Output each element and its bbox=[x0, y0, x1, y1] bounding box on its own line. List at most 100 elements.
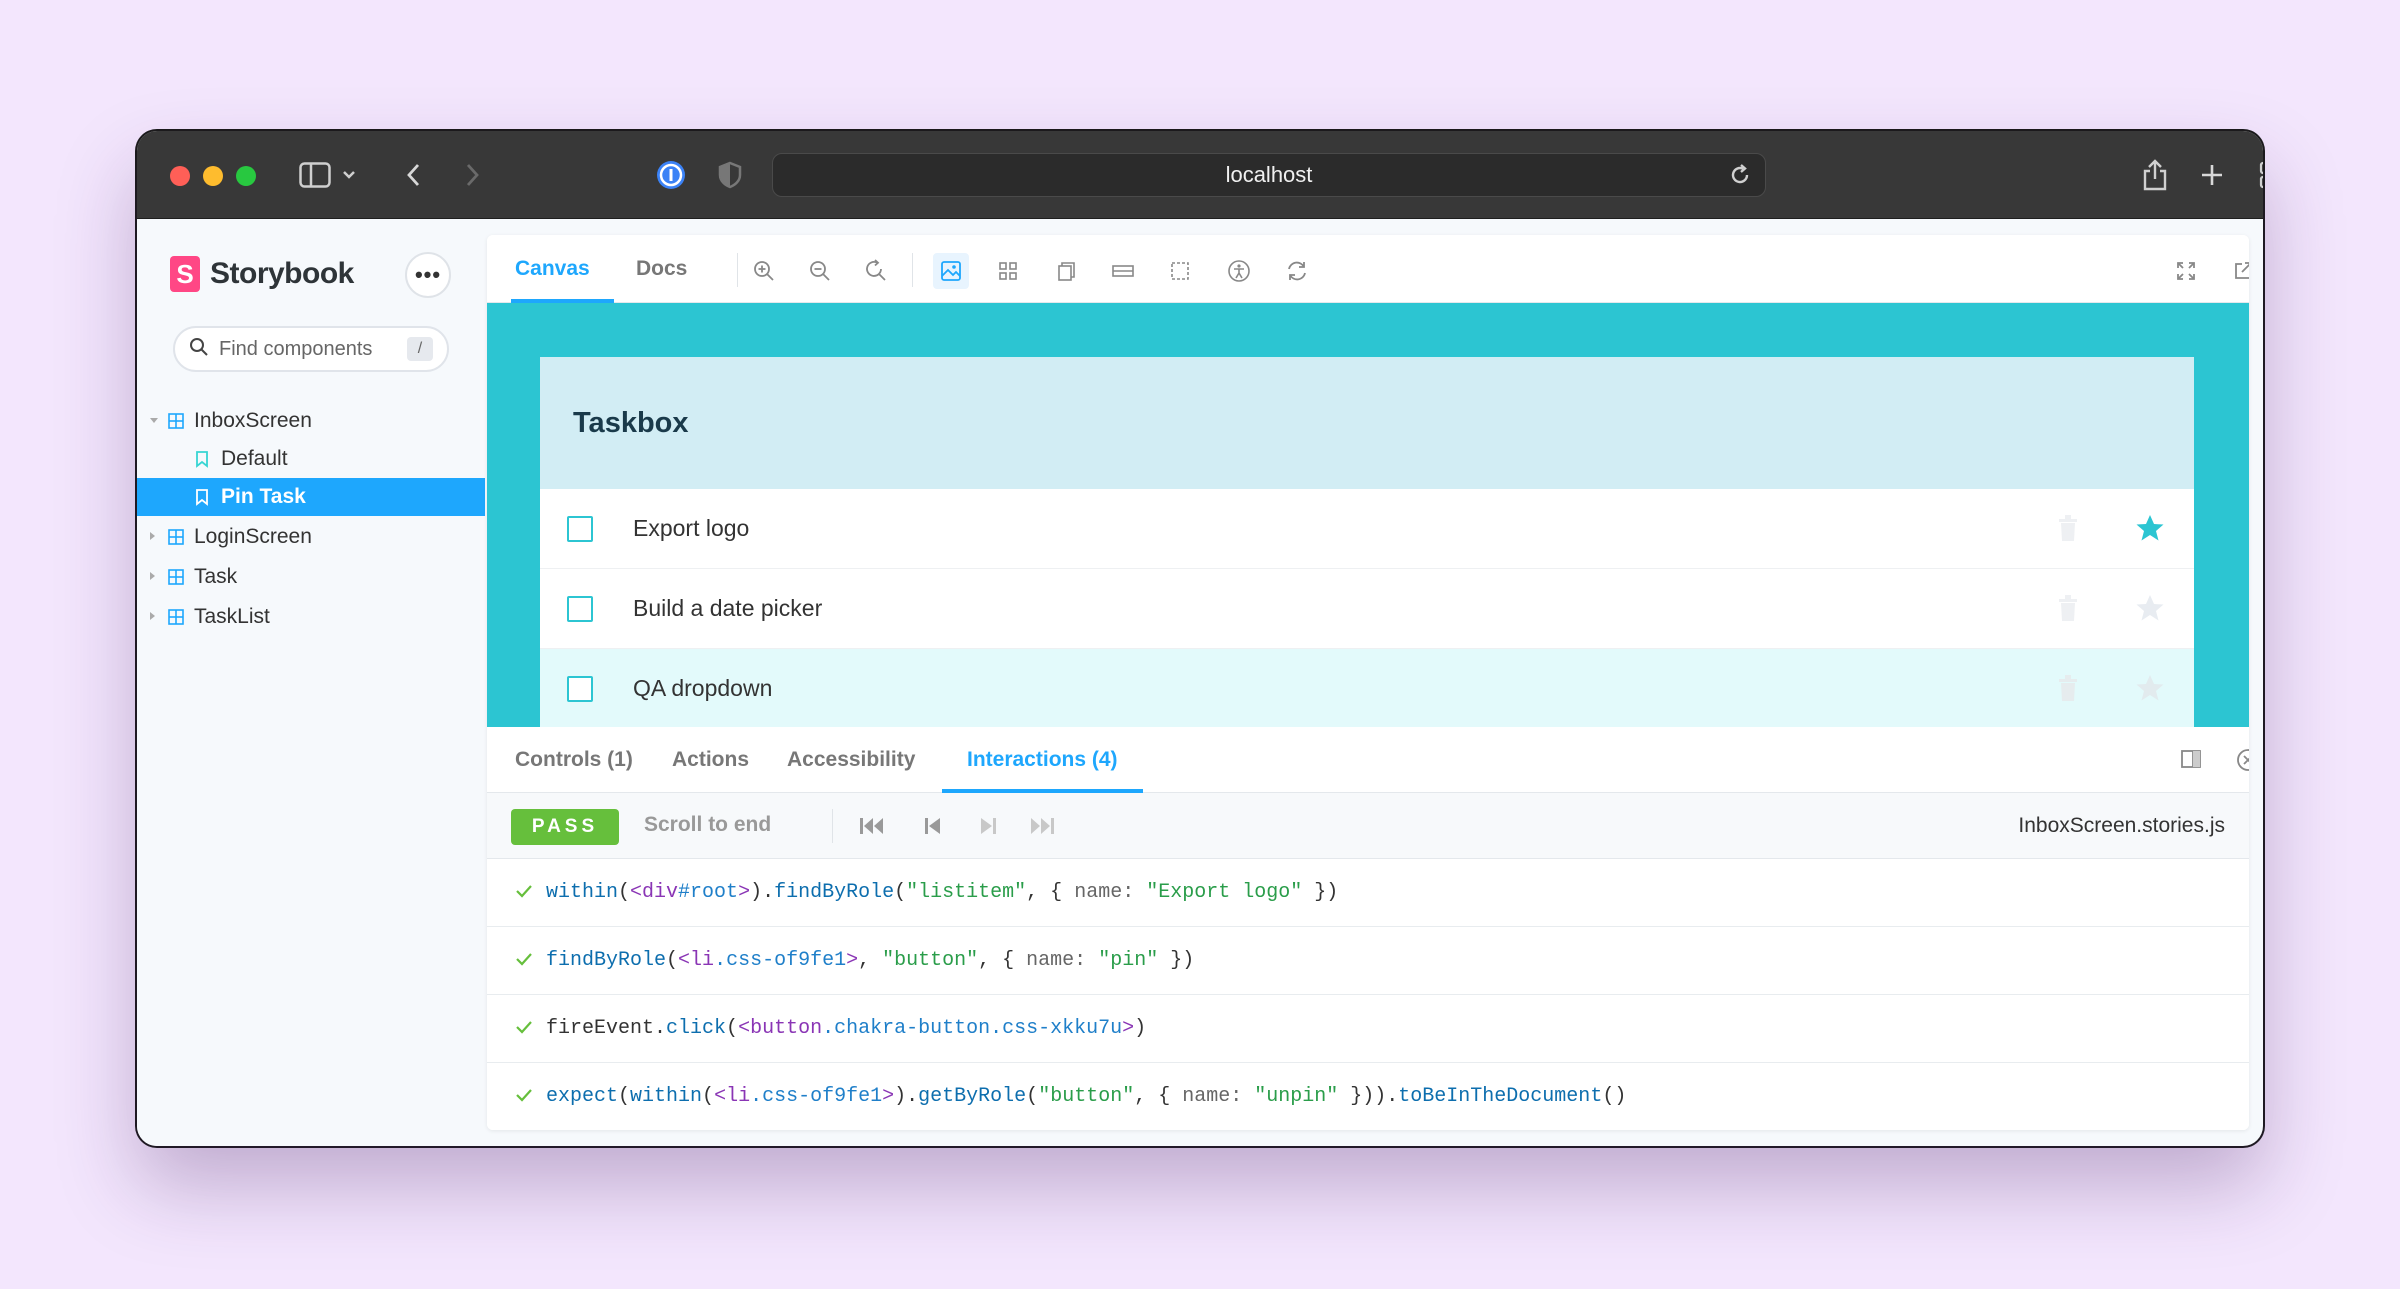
tree-item-label: Default bbox=[221, 447, 288, 470]
interaction-step[interactable]: within(<div#root>).findByRole("listitem"… bbox=[487, 859, 2249, 927]
task-title[interactable]: QA dropdown bbox=[633, 675, 772, 702]
tree-item-label: LoginScreen bbox=[194, 525, 312, 548]
tab-interactions[interactable]: Interactions (4) bbox=[942, 727, 1142, 793]
bookmark-icon bbox=[195, 450, 209, 468]
background-icon[interactable] bbox=[933, 253, 969, 289]
story-canvas: Taskbox Export logo Build a date picker bbox=[487, 303, 2249, 727]
open-new-tab-icon[interactable] bbox=[2225, 253, 2249, 289]
accessibility-icon[interactable] bbox=[1221, 253, 1257, 289]
tree-item-inboxscreen[interactable]: InboxScreen bbox=[137, 402, 485, 440]
tree-item-label: Pin Task bbox=[221, 485, 306, 508]
interactions-toolbar: PASS Scroll to end InboxScreen.stories.j… bbox=[487, 793, 2249, 859]
measure-icon[interactable] bbox=[1105, 253, 1141, 289]
preview-panel: Canvas Docs Taskbox Export logo Build a … bbox=[487, 235, 2249, 1130]
tab-actions[interactable]: Actions bbox=[672, 727, 749, 793]
task-item: Export logo bbox=[540, 489, 2194, 569]
task-checkbox[interactable] bbox=[567, 675, 593, 702]
search-box[interactable]: / bbox=[173, 326, 449, 372]
tab-docs[interactable]: Docs bbox=[636, 235, 687, 303]
password-manager-icon[interactable] bbox=[653, 157, 689, 193]
step-back-icon[interactable] bbox=[923, 815, 943, 842]
outline-icon[interactable] bbox=[1162, 253, 1198, 289]
tree-item-default[interactable]: Default bbox=[137, 440, 485, 478]
forward-icon[interactable] bbox=[461, 157, 485, 193]
panel-orientation-icon[interactable] bbox=[2180, 749, 2202, 774]
star-icon[interactable] bbox=[2135, 673, 2165, 708]
toolbar-divider bbox=[832, 809, 833, 843]
caret-right-icon[interactable] bbox=[149, 530, 157, 544]
sidebar-menu-button[interactable]: ••• bbox=[405, 252, 451, 298]
fast-forward-icon[interactable] bbox=[1029, 815, 1055, 842]
task-checkbox[interactable] bbox=[567, 515, 593, 542]
caret-down-icon[interactable] bbox=[149, 414, 159, 428]
close-panel-icon[interactable] bbox=[2236, 748, 2249, 777]
tab-canvas[interactable]: Canvas bbox=[511, 235, 614, 303]
taskbox-header: Taskbox bbox=[540, 357, 2194, 489]
trash-icon[interactable] bbox=[2055, 514, 2081, 547]
star-icon[interactable] bbox=[2135, 593, 2165, 628]
addon-tabs: Controls (1) Actions Accessibility Inter… bbox=[487, 727, 2249, 793]
chevron-down-icon[interactable] bbox=[339, 157, 359, 193]
tree-item-task[interactable]: Task bbox=[137, 558, 485, 596]
interaction-step[interactable]: fireEvent.click(<button.chakra-button.cs… bbox=[487, 995, 2249, 1063]
interaction-step[interactable]: expect(within(<li.css-of9fe1>).getByRole… bbox=[487, 1063, 2249, 1130]
interaction-step[interactable]: findByRole(<li.css-of9fe1>, "button", { … bbox=[487, 927, 2249, 995]
scroll-to-end-button[interactable]: Scroll to end bbox=[644, 813, 771, 837]
zoom-reset-icon[interactable] bbox=[858, 253, 894, 289]
interaction-code: expect(within(<li.css-of9fe1>).getByRole… bbox=[546, 1085, 1627, 1108]
caret-right-icon[interactable] bbox=[149, 610, 157, 624]
interactions-list: within(<div#root>).findByRole("listitem"… bbox=[487, 859, 2249, 1130]
url-text: localhost bbox=[1225, 162, 1313, 187]
tree-item-label: TaskList bbox=[194, 605, 270, 628]
check-icon bbox=[515, 951, 533, 974]
storybook-sidebar: S Storybook ••• / InboxScreen bbox=[137, 219, 485, 1146]
back-icon[interactable] bbox=[401, 157, 425, 193]
maximize-window-button[interactable] bbox=[236, 166, 256, 186]
toolbar-divider bbox=[912, 253, 913, 287]
preview-toolbar: Canvas Docs bbox=[487, 235, 2249, 303]
tab-accessibility[interactable]: Accessibility bbox=[787, 727, 915, 793]
new-tab-icon[interactable] bbox=[2194, 157, 2230, 193]
storybook-logo-icon: S bbox=[170, 256, 200, 292]
zoom-out-icon[interactable] bbox=[802, 253, 838, 289]
addons-panel: Controls (1) Actions Accessibility Inter… bbox=[487, 727, 2249, 1130]
component-tree: InboxScreen Default Pin Task LoginScreen… bbox=[137, 402, 485, 636]
shield-icon[interactable] bbox=[712, 157, 748, 193]
fullscreen-icon[interactable] bbox=[2168, 253, 2204, 289]
interaction-code: fireEvent.click(<button.chakra-button.cs… bbox=[546, 1017, 1147, 1040]
task-title[interactable]: Export logo bbox=[633, 515, 749, 542]
bookmark-icon bbox=[195, 488, 209, 506]
task-checkbox[interactable] bbox=[567, 595, 593, 622]
trash-icon[interactable] bbox=[2055, 594, 2081, 627]
rewind-icon[interactable] bbox=[859, 815, 885, 842]
search-input[interactable] bbox=[219, 337, 399, 361]
storybook-logo[interactable]: S Storybook bbox=[170, 256, 354, 292]
tree-item-tasklist[interactable]: TaskList bbox=[137, 598, 485, 636]
reload-icon[interactable] bbox=[1727, 162, 1753, 194]
tab-overview-icon[interactable] bbox=[2255, 157, 2263, 193]
share-icon[interactable] bbox=[2137, 157, 2173, 193]
tree-item-loginscreen[interactable]: LoginScreen bbox=[137, 518, 485, 556]
close-window-button[interactable] bbox=[170, 166, 190, 186]
more-icon: ••• bbox=[414, 262, 442, 287]
task-title[interactable]: Build a date picker bbox=[633, 595, 822, 622]
zoom-in-icon[interactable] bbox=[746, 253, 782, 289]
sidebar-toggle-icon[interactable] bbox=[297, 157, 333, 193]
address-bar[interactable]: localhost bbox=[772, 153, 1766, 197]
step-forward-icon[interactable] bbox=[978, 815, 998, 842]
check-icon bbox=[515, 1019, 533, 1042]
component-icon bbox=[168, 569, 184, 585]
star-icon[interactable] bbox=[2135, 513, 2165, 548]
tree-item-pin-task[interactable]: Pin Task bbox=[137, 478, 485, 516]
minimize-window-button[interactable] bbox=[203, 166, 223, 186]
trash-icon[interactable] bbox=[2055, 674, 2081, 707]
remount-icon[interactable] bbox=[1279, 253, 1315, 289]
taskbox-title: Taskbox bbox=[573, 406, 689, 439]
viewport-icon[interactable] bbox=[1048, 253, 1084, 289]
tree-item-label: Task bbox=[194, 565, 238, 588]
grid-icon[interactable] bbox=[990, 253, 1026, 289]
interaction-code: findByRole(<li.css-of9fe1>, "button", { … bbox=[546, 949, 1195, 972]
caret-right-icon[interactable] bbox=[149, 570, 157, 584]
component-icon bbox=[168, 413, 184, 429]
tab-controls[interactable]: Controls (1) bbox=[515, 727, 633, 793]
